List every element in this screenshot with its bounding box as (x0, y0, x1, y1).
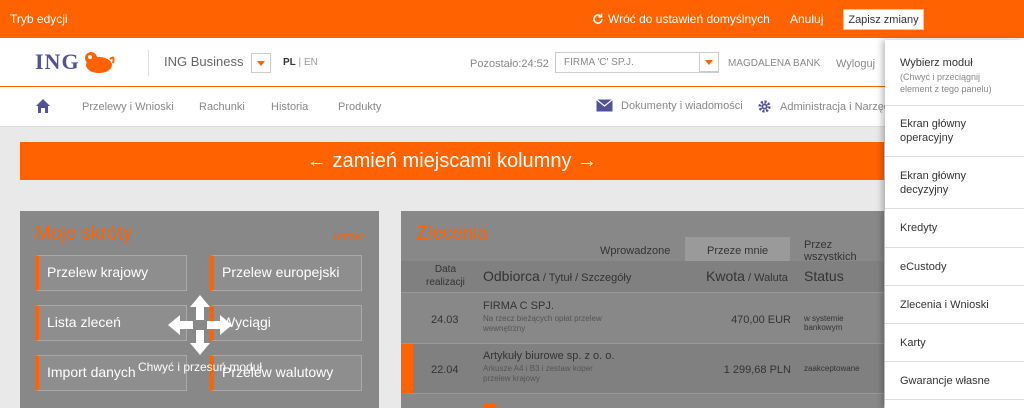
main-nav: Przelewy i Wnioski Rachunki Historia Pro… (0, 87, 1024, 127)
col-amount-label: Kwota (706, 268, 745, 284)
logout-link[interactable]: Wyloguj (836, 58, 875, 70)
row-description: Arkusze A4 i B3 i zestaw koper przelew k… (483, 364, 593, 383)
row-status: w systemie bankowym (804, 314, 844, 332)
nav-documents-label: Dokumenty i wiadomości (621, 99, 743, 112)
module-item-label: Ekran główny decyzyjny (900, 169, 967, 196)
shortcut-european-transfer[interactable]: Przelew europejski (210, 255, 362, 291)
module-picker-hint: (Chwyć i przeciągnij element z tego pane… (900, 72, 992, 94)
company-dropdown-button[interactable] (699, 52, 719, 72)
swap-columns-bar[interactable]: ← zamień miejscami kolumny → (20, 142, 884, 180)
row-party: Artykuły biurowe sp. z o. o. (483, 350, 615, 362)
row-description: Na rzecz bieżących opłat przelew wewnętr… (483, 314, 602, 333)
shortcut-statements[interactable]: Wyciągi (210, 305, 362, 341)
module-item-orders[interactable]: Zlecenia i Wnioski (885, 286, 1024, 324)
module-picker-panel: Wybierz moduł (Chwyć i przeciągnij eleme… (885, 40, 1024, 408)
module-picker-title: Wybierz moduł (900, 57, 973, 69)
user-name: MAGDALENA BANK (728, 58, 821, 69)
nav-item-accounts[interactable]: Rachunki (199, 101, 245, 113)
module-item-guarantees[interactable]: Gwarancje własne (885, 362, 1024, 400)
shortcut-domestic-transfer[interactable]: Przelew krajowy (35, 255, 187, 291)
row-status: zaakceptowane (804, 364, 860, 373)
nav-item-history[interactable]: Historia (271, 101, 308, 113)
gear-icon (758, 100, 771, 113)
col-amount-sub: / Waluta (744, 272, 788, 284)
business-name: ING Business (164, 54, 244, 69)
session-timer: Pozostało:24:52 (470, 58, 549, 70)
shortcuts-title: Moje skróty (35, 223, 133, 244)
module-item-ecustody[interactable]: eCustody (885, 248, 1024, 286)
col-party-label: Odbiorca (483, 268, 540, 284)
restore-defaults-link[interactable]: Wróć do ustawień domyślnych (592, 12, 770, 26)
company-select-value: FIRMA 'C' SP.J. (564, 57, 634, 68)
nav-admin[interactable]: Administracja i Narzędzia (757, 99, 904, 114)
envelope-icon (596, 99, 613, 112)
nav-item-transfers[interactable]: Przelewy i Wnioski (82, 101, 174, 113)
shortcut-order-list[interactable]: Lista zleceń (35, 305, 187, 341)
col-amount: Kwota / Waluta (706, 268, 788, 284)
module-item-cards[interactable]: Karty (885, 324, 1024, 362)
lang-separator: | (295, 57, 304, 68)
select-checkbox[interactable] (483, 404, 495, 408)
edit-mode-label: Tryb edycji (10, 12, 68, 26)
chevron-down-icon (257, 60, 265, 66)
col-date: Data realizacji (426, 263, 465, 289)
table-row[interactable]: 22.04 Artykuły biurowe sp. z o. o. Arkus… (401, 344, 884, 394)
col-status: Status (804, 268, 844, 284)
orders-title: Zlecenia (416, 223, 488, 244)
restore-defaults-label: Wróć do ustawień domyślnych (608, 12, 770, 26)
company-select[interactable]: FIRMA 'C' SP.J. (555, 52, 719, 73)
lang-en[interactable]: EN (304, 57, 318, 68)
home-icon[interactable] (35, 98, 51, 114)
row-party: FIRMA C SPJ. (483, 300, 554, 312)
header: ING ING Business PL | EN Pozostało:24:52… (0, 38, 1024, 87)
table-row[interactable]: 24.03 FIRMA C SPJ. Na rzecz bieżących op… (401, 294, 884, 344)
module-item-credits[interactable]: Kredyty (885, 209, 1024, 248)
nav-documents[interactable]: Dokumenty i wiadomości (596, 99, 743, 112)
refresh-icon (593, 13, 603, 24)
shortcuts-set-link[interactable]: Ustaw (332, 231, 363, 243)
orders-module[interactable]: Zlecenia Wprowadzone Przeze mnie Przez w… (401, 211, 884, 408)
edit-mode-bar: Tryb edycji Wróć do ustawień domyślnych … (0, 0, 1024, 38)
row-date: 24.03 (431, 314, 459, 326)
ing-logo[interactable]: ING (35, 49, 116, 75)
language-switch: PL | EN (283, 57, 318, 68)
business-dropdown-button[interactable] (251, 53, 271, 73)
logo-text: ING (35, 49, 80, 74)
header-separator (148, 50, 149, 76)
col-party-sub: / Tytuł / Szczegóły (539, 272, 632, 284)
col-party: Odbiorca / Tytuł / Szczegóły (483, 268, 631, 284)
row-amount: 1 299,68 PLN (723, 364, 791, 376)
row-date: 22.04 (431, 364, 459, 376)
module-picker-header: Wybierz moduł (Chwyć i przeciągnij eleme… (885, 40, 1024, 106)
nav-item-products[interactable]: Produkty (338, 101, 381, 113)
save-changes-button[interactable]: Zapisz zmiany (843, 9, 924, 30)
chevron-down-icon (705, 59, 713, 65)
col-date-line1: Data (434, 264, 457, 275)
lang-pl[interactable]: PL (283, 57, 296, 68)
move-arrows-icon[interactable] (168, 295, 232, 355)
module-item-operational[interactable]: Ekran główny operacyjny (885, 106, 1024, 157)
col-date-line2: realizacji (426, 277, 465, 288)
cancel-link[interactable]: Anuluj (790, 12, 823, 26)
drag-module-hint: Chwyć i przesuń moduł (138, 360, 263, 374)
row-amount: 470,00 EUR (731, 314, 791, 326)
orders-table-header: Data realizacji Odbiorca / Tytuł / Szcze… (401, 261, 884, 293)
module-item-decision[interactable]: Ekran główny decyzyjny (885, 157, 1024, 209)
module-item-label: Ekran główny operacyjny (900, 118, 967, 144)
lion-icon (84, 52, 115, 73)
